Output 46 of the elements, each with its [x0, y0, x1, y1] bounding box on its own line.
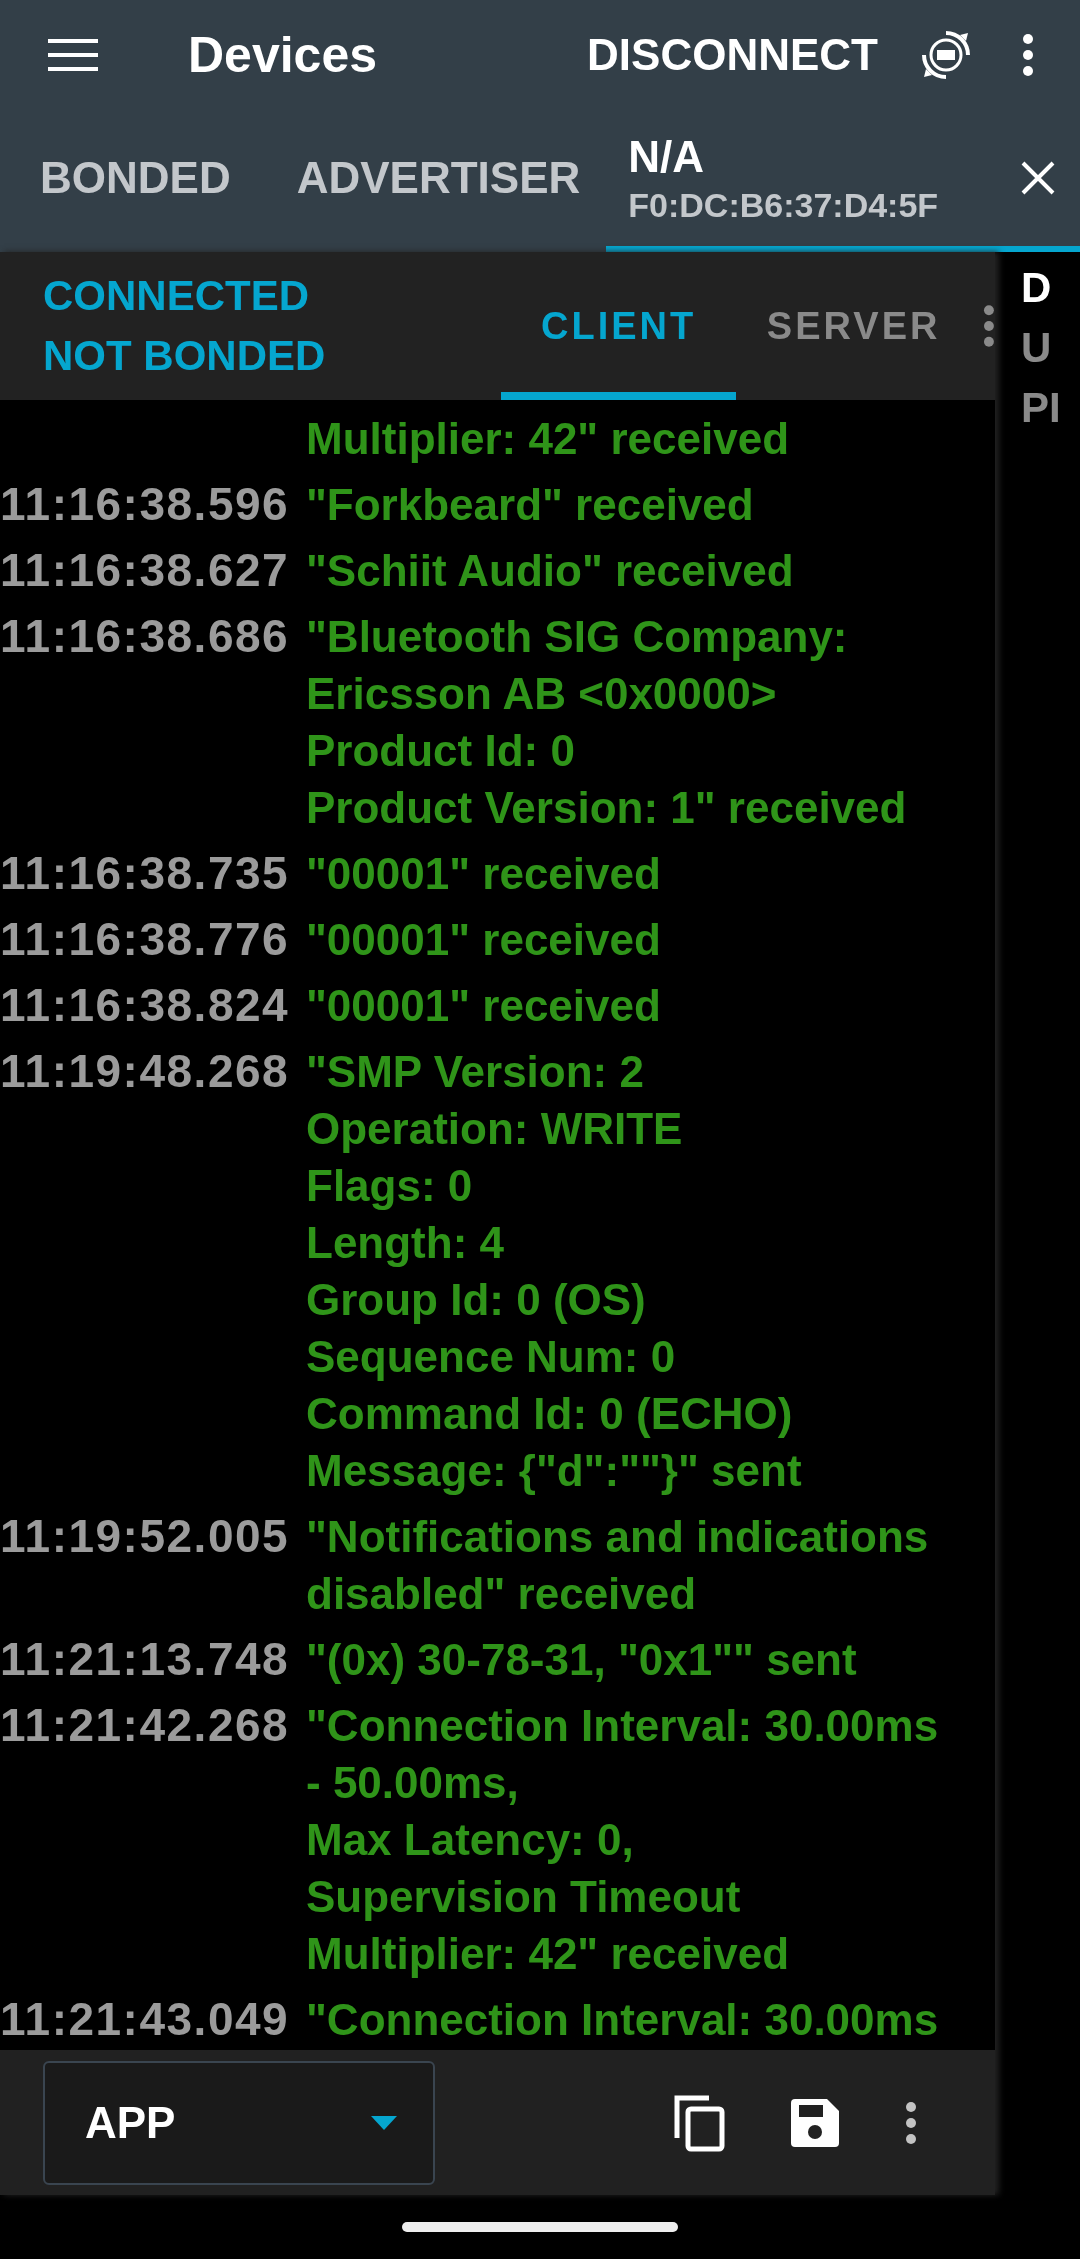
menu-icon[interactable] [48, 37, 98, 73]
log-level-dropdown[interactable]: APP [43, 2060, 435, 2185]
log-timestamp: 11:21:13.748 [0, 1632, 291, 1687]
connection-status: NOT BONDED [43, 332, 327, 380]
device-name: N/A [628, 131, 706, 182]
connection-status: CONNECTED [43, 272, 310, 320]
log-message: "Forkbeard" received [306, 479, 754, 531]
log-message: Multiplier: 42" received [306, 413, 790, 465]
device-address: F0:DC:B6:37:D4:5F [628, 185, 940, 225]
log-message: "00001" received [306, 980, 661, 1032]
home-handle[interactable] [402, 2222, 678, 2232]
device-tab[interactable]: ADVERTISER [256, 110, 607, 252]
log-message: "00001" received [306, 848, 661, 900]
log-timestamp: 11:21:43.049 [0, 1992, 291, 2047]
log-timestamp: 11:16:38.627 [0, 543, 291, 598]
log-timestamp: 11:19:48.268 [0, 1044, 291, 1099]
close-icon[interactable] [1020, 160, 1056, 196]
save-icon[interactable] [791, 2098, 839, 2147]
panel-title: D [1021, 264, 1053, 312]
device-tab[interactable]: BONDED [0, 110, 257, 252]
mode-tab[interactable]: SERVER [736, 252, 972, 400]
log-timestamp: 11:16:38.824 [0, 978, 291, 1033]
log-timestamp: 11:16:38.686 [0, 609, 291, 664]
log-message: "Notifications and indications disabled" received [306, 1511, 929, 1620]
log-message: "00001" received [306, 914, 661, 966]
log-timestamp: 11:16:38.776 [0, 912, 291, 967]
panel-label: PI [1021, 384, 1062, 432]
log-timestamp: 11:16:38.596 [0, 477, 291, 532]
log-message: "Schiit Audio" received [306, 545, 794, 597]
log-message: "Connection Interval: 30.00ms [306, 1994, 939, 2046]
log-message: "(0x) 30-78-31, "0x1"" sent [306, 1634, 857, 1686]
log-message: "SMP Version: 2 Operation: WRITE Flags: 0 Length: 4 Group Id: 0 (OS) Sequence Num: 0 Command Id: 0 (ECHO) Message: {"d":""}" sent [306, 1046, 802, 1497]
disconnect-button[interactable]: DISCONNECT [587, 30, 878, 80]
log-timestamp: 11:21:42.268 [0, 1698, 291, 1753]
log-message: "Connection Interval: 30.00ms - 50.00ms, Max Latency: 0, Supervision Timeout Multiplier: 42" received [306, 1700, 939, 1980]
log-message: "Bluetooth SIG Company: Ericsson AB <0x0000> Product Id: 0 Product Version: 1" received [306, 611, 907, 834]
copy-icon[interactable] [673, 2093, 725, 2152]
log-timestamp: 11:16:38.735 [0, 846, 291, 901]
panel-label: U [1021, 324, 1053, 372]
caret-icon [371, 2115, 397, 2130]
dfu-icon[interactable] [920, 29, 972, 81]
more-icon[interactable] [983, 304, 995, 348]
screen-title: Devices [188, 26, 379, 84]
more-icon[interactable] [905, 2100, 917, 2145]
log-timestamp: 11:19:52.005 [0, 1509, 291, 1564]
more-icon[interactable] [1022, 33, 1034, 77]
